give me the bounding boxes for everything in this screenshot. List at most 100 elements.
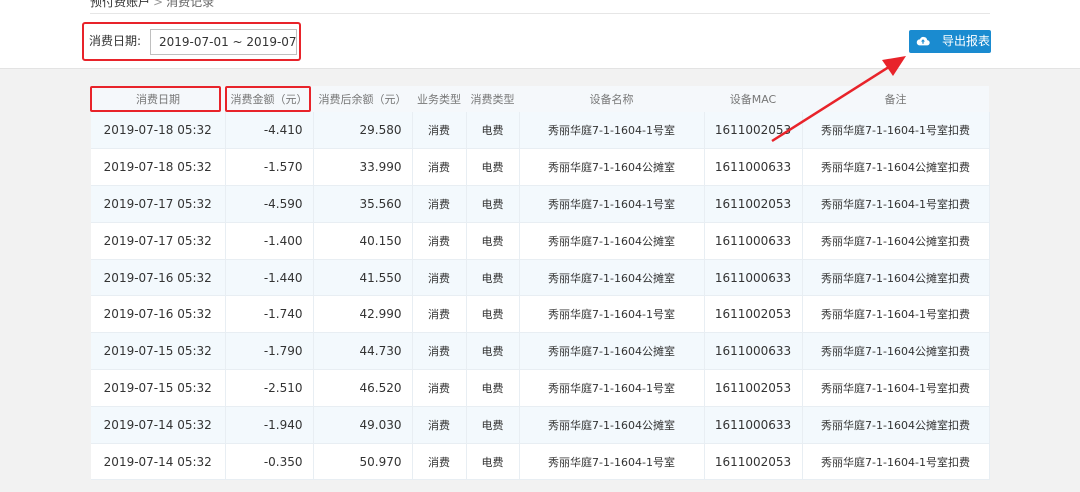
cell-device-mac: 1611002053 <box>704 443 803 481</box>
cell-balance: 44.730 <box>313 332 413 371</box>
cell-remark: 秀丽华庭7-1-1604-1号室扣费 <box>802 185 990 223</box>
page: 预付费账户>消费记录 消费日期: 2019-07-01 ~ 2019-07-31… <box>0 0 1080 492</box>
cell-amount: -0.350 <box>225 443 314 481</box>
export-report-label: 导出报表 <box>942 34 991 48</box>
cell-remark: 秀丽华庭7-1-1604公摊室扣费 <box>802 148 990 187</box>
cell-remark: 秀丽华庭7-1-1604-1号室扣费 <box>802 295 990 334</box>
table-row[interactable]: 2019-07-15 05:32 -2.510 46.520 消费 电费 秀丽华庭7-1-… <box>91 369 990 407</box>
cell-device-mac: 1611002053 <box>704 112 803 150</box>
cell-date: 2019-07-15 05:32 <box>91 369 226 407</box>
cell-business-type: 消费 <box>412 112 467 150</box>
cell-balance: 40.150 <box>313 222 413 260</box>
cell-amount: -1.940 <box>225 406 314 444</box>
table-row[interactable]: 2019-07-17 05:32 -1.400 40.150 消费 电费 秀丽华庭7-1-… <box>91 222 990 260</box>
cell-amount: -1.740 <box>225 295 314 334</box>
cell-consumption-type: 电费 <box>466 222 520 260</box>
cell-business-type: 消费 <box>412 259 467 297</box>
column-header-consumption-type[interactable]: 消费类型 <box>466 86 519 112</box>
cell-consumption-type: 电费 <box>466 185 520 223</box>
cell-balance: 46.520 <box>313 369 413 407</box>
cell-date: 2019-07-16 05:32 <box>91 295 226 334</box>
cell-consumption-type: 电费 <box>466 295 520 334</box>
table-row[interactable]: 2019-07-17 05:32 -4.590 35.560 消费 电费 秀丽华庭7-1-… <box>91 185 990 223</box>
table-row[interactable]: 2019-07-14 05:32 -0.350 50.970 消费 电费 秀丽华庭7-1-… <box>91 443 990 481</box>
cell-device-name: 秀丽华庭7-1-1604公摊室 <box>519 148 705 187</box>
table-row[interactable]: 2019-07-15 05:32 -1.790 44.730 消费 电费 秀丽华庭7-1-… <box>91 332 990 371</box>
table-row[interactable]: 2019-07-18 05:32 -4.410 29.580 消费 电费 秀丽华庭7-1-… <box>91 112 990 150</box>
cell-remark: 秀丽华庭7-1-1604公摊室扣费 <box>802 222 990 260</box>
cell-business-type: 消费 <box>412 332 467 371</box>
cell-business-type: 消费 <box>412 185 467 223</box>
cell-device-mac: 1611002053 <box>704 295 803 334</box>
export-report-button[interactable]: 导出报表 <box>909 30 991 53</box>
table-row[interactable]: 2019-07-16 05:32 -1.740 42.990 消费 电费 秀丽华庭7-1-… <box>91 295 990 334</box>
cell-date: 2019-07-15 05:32 <box>91 332 226 371</box>
column-header-device-name[interactable]: 设备名称 <box>519 86 704 112</box>
cell-device-name: 秀丽华庭7-1-1604-1号室 <box>519 185 705 223</box>
date-range-input[interactable]: 2019-07-01 ~ 2019-07-31 <box>150 29 297 55</box>
cell-amount: -1.440 <box>225 259 314 297</box>
cell-device-mac: 1611000633 <box>704 148 803 187</box>
cloud-upload-icon <box>916 36 930 46</box>
table-row[interactable]: 2019-07-14 05:32 -1.940 49.030 消费 电费 秀丽华庭7-1-… <box>91 406 990 444</box>
cell-device-mac: 1611000633 <box>704 222 803 260</box>
cell-consumption-type: 电费 <box>466 406 520 444</box>
breadcrumb-current: 消费记录 <box>166 0 215 9</box>
cell-balance: 49.030 <box>313 406 413 444</box>
cell-device-name: 秀丽华庭7-1-1604公摊室 <box>519 406 705 444</box>
cell-device-name: 秀丽华庭7-1-1604-1号室 <box>519 369 705 407</box>
cell-remark: 秀丽华庭7-1-1604公摊室扣费 <box>802 259 990 297</box>
top-bar: 预付费账户>消费记录 消费日期: 2019-07-01 ~ 2019-07-31… <box>0 0 1080 69</box>
cell-consumption-type: 电费 <box>466 112 520 150</box>
breadcrumb-parent[interactable]: 预付费账户 <box>90 0 150 9</box>
cell-remark: 秀丽华庭7-1-1604公摊室扣费 <box>802 406 990 444</box>
date-header-highlight-box <box>90 86 221 112</box>
cell-balance: 33.990 <box>313 148 413 187</box>
cell-remark: 秀丽华庭7-1-1604-1号室扣费 <box>802 369 990 407</box>
column-header-device-mac[interactable]: 设备MAC <box>704 86 802 112</box>
cell-device-mac: 1611000633 <box>704 259 803 297</box>
cell-device-name: 秀丽华庭7-1-1604-1号室 <box>519 112 705 150</box>
cell-device-mac: 1611002053 <box>704 185 803 223</box>
cell-balance: 50.970 <box>313 443 413 481</box>
cell-device-name: 秀丽华庭7-1-1604-1号室 <box>519 295 705 334</box>
cell-business-type: 消费 <box>412 406 467 444</box>
amount-header-highlight-box <box>225 86 311 112</box>
cell-date: 2019-07-17 05:32 <box>91 185 226 223</box>
column-header-business-type[interactable]: 业务类型 <box>412 86 466 112</box>
cell-date: 2019-07-14 05:32 <box>91 406 226 444</box>
cell-business-type: 消费 <box>412 295 467 334</box>
cell-date: 2019-07-16 05:32 <box>91 259 226 297</box>
cell-consumption-type: 电费 <box>466 148 520 187</box>
cell-business-type: 消费 <box>412 369 467 407</box>
cell-device-mac: 1611002053 <box>704 369 803 407</box>
cell-remark: 秀丽华庭7-1-1604-1号室扣费 <box>802 443 990 481</box>
date-filter-label: 消费日期: <box>89 34 142 48</box>
column-header-balance[interactable]: 消费后余额（元） <box>313 86 412 112</box>
breadcrumb-separator: > <box>153 0 164 9</box>
cell-device-name: 秀丽华庭7-1-1604-1号室 <box>519 443 705 481</box>
cell-device-mac: 1611000633 <box>704 332 803 371</box>
cell-consumption-type: 电费 <box>466 332 520 371</box>
cell-business-type: 消费 <box>412 222 467 260</box>
column-header-remark[interactable]: 备注 <box>802 86 989 112</box>
cell-date: 2019-07-14 05:32 <box>91 443 226 481</box>
cell-amount: -2.510 <box>225 369 314 407</box>
cell-balance: 35.560 <box>313 185 413 223</box>
cell-remark: 秀丽华庭7-1-1604公摊室扣费 <box>802 332 990 371</box>
cell-balance: 29.580 <box>313 112 413 150</box>
cell-device-name: 秀丽华庭7-1-1604公摊室 <box>519 259 705 297</box>
cell-business-type: 消费 <box>412 148 467 187</box>
cell-balance: 41.550 <box>313 259 413 297</box>
cell-device-mac: 1611000633 <box>704 406 803 444</box>
cell-amount: -1.790 <box>225 332 314 371</box>
table-row[interactable]: 2019-07-18 05:32 -1.570 33.990 消费 电费 秀丽华庭7-1-… <box>91 148 990 187</box>
consumption-table: 消费日期 消费金额（元） 消费后余额（元） 业务类型 消费类型 设备名称 设备M… <box>91 86 990 481</box>
table-row[interactable]: 2019-07-16 05:32 -1.440 41.550 消费 电费 秀丽华庭7-1-… <box>91 259 990 297</box>
cell-consumption-type: 电费 <box>466 443 520 481</box>
cell-balance: 42.990 <box>313 295 413 334</box>
cell-amount: -1.400 <box>225 222 314 260</box>
cell-remark: 秀丽华庭7-1-1604-1号室扣费 <box>802 112 990 150</box>
cell-date: 2019-07-17 05:32 <box>91 222 226 260</box>
breadcrumb: 预付费账户 > 消费记录 <box>90 0 214 10</box>
